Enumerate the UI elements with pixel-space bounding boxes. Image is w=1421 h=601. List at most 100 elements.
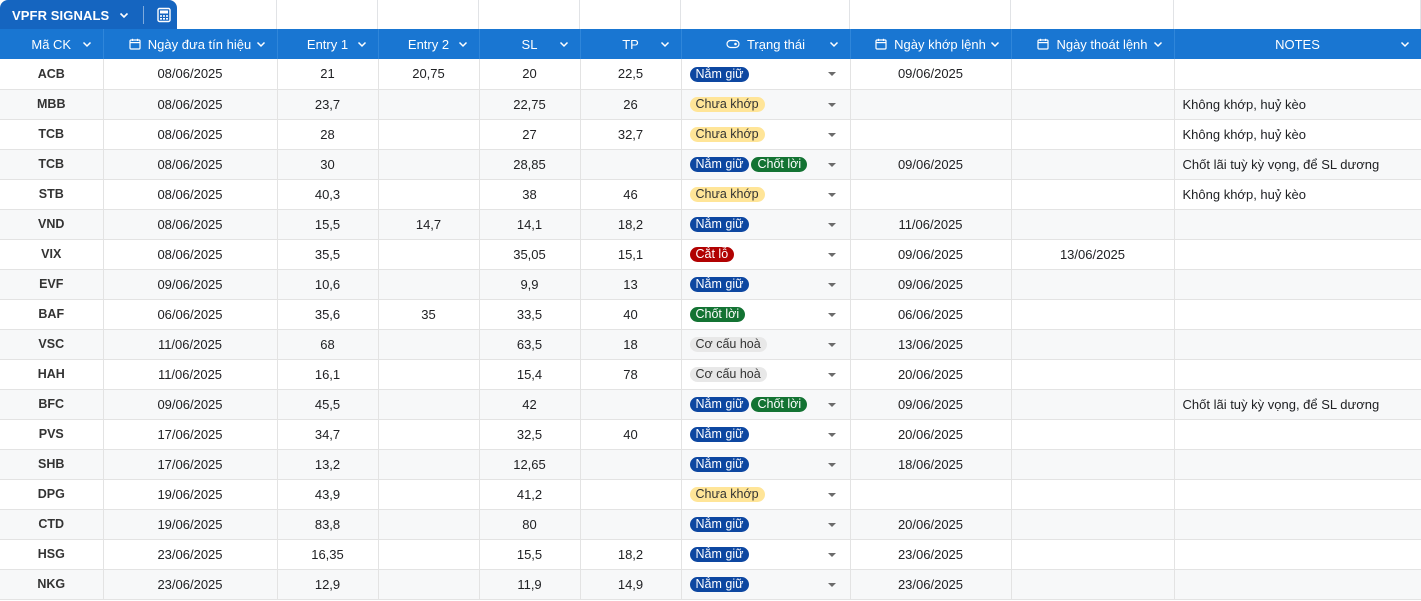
cell-status[interactable]: Cơ cấu hoà	[681, 359, 851, 390]
column-header-sl[interactable]: SL	[479, 29, 581, 59]
cell-symbol[interactable]: NKG	[0, 569, 104, 600]
cell-exit-date[interactable]	[1011, 509, 1175, 540]
cell-status[interactable]: Nắm giữ	[681, 419, 851, 450]
cell-signal-date[interactable]: 08/06/2025	[103, 239, 278, 270]
chevron-down-icon[interactable]	[255, 38, 267, 50]
cell-symbol[interactable]: CTD	[0, 509, 104, 540]
cell-exit-date[interactable]	[1011, 419, 1175, 450]
cell-status[interactable]: Chưa khớp	[681, 119, 851, 150]
chevron-down-icon[interactable]	[659, 38, 671, 50]
cell-sl[interactable]: 33,5	[479, 299, 581, 330]
cell-entry2[interactable]: 35	[378, 299, 480, 330]
cell-status[interactable]: Chưa khớp	[681, 89, 851, 120]
cell-signal-date[interactable]: 09/06/2025	[103, 389, 278, 420]
cell-sl[interactable]: 35,05	[479, 239, 581, 270]
cell-status[interactable]: Nắm giữ	[681, 569, 851, 600]
column-header-tp[interactable]: TP	[580, 29, 682, 59]
cell-entry1[interactable]: 13,2	[277, 449, 379, 480]
cell-entry1[interactable]: 16,1	[277, 359, 379, 390]
cell-fill-date[interactable]	[850, 479, 1012, 510]
cell-note[interactable]: Không khớp, huỷ kèo	[1174, 119, 1421, 150]
column-header-exit-date[interactable]: Ngày thoát lệnh	[1011, 29, 1175, 59]
cell-status[interactable]: Nắm giữ	[681, 209, 851, 240]
cell-status[interactable]: Nắm giữ	[681, 539, 851, 570]
cell-fill-date[interactable]: 09/06/2025	[850, 59, 1012, 90]
cell-note[interactable]: Không khớp, huỷ kèo	[1174, 179, 1421, 210]
cell-exit-date[interactable]	[1011, 479, 1175, 510]
cell-tp[interactable]: 26	[580, 89, 682, 120]
cell-entry1[interactable]: 45,5	[277, 389, 379, 420]
dropdown-arrow-icon[interactable]	[827, 192, 836, 197]
cell-note[interactable]: Không khớp, huỷ kèo	[1174, 89, 1421, 120]
column-header-entry2[interactable]: Entry 2	[378, 29, 480, 59]
cell-entry1[interactable]: 28	[277, 119, 379, 150]
cell-note[interactable]	[1174, 449, 1421, 480]
cell-entry1[interactable]: 16,35	[277, 539, 379, 570]
cell-fill-date[interactable]	[850, 179, 1012, 210]
column-header-fill-date[interactable]: Ngày khớp lệnh	[850, 29, 1012, 59]
cell-sl[interactable]: 22,75	[479, 89, 581, 120]
cell-note[interactable]	[1174, 539, 1421, 570]
cell-fill-date[interactable]: 20/06/2025	[850, 419, 1012, 450]
cell-tp[interactable]: 40	[580, 419, 682, 450]
cell-tp[interactable]: 18,2	[580, 209, 682, 240]
cell-tp[interactable]: 14,9	[580, 569, 682, 600]
cell-entry1[interactable]: 30	[277, 149, 379, 180]
cell-note[interactable]	[1174, 209, 1421, 240]
cell-exit-date[interactable]	[1011, 299, 1175, 330]
cell-symbol[interactable]: BFC	[0, 389, 104, 420]
dropdown-arrow-icon[interactable]	[827, 492, 836, 497]
cell-status[interactable]: Chưa khớp	[681, 479, 851, 510]
cell-tp[interactable]	[580, 479, 682, 510]
cell-note[interactable]	[1174, 569, 1421, 600]
cell-note[interactable]	[1174, 269, 1421, 300]
cell-entry2[interactable]	[378, 539, 480, 570]
chevron-down-icon[interactable]	[81, 38, 93, 50]
cell-signal-date[interactable]: 08/06/2025	[103, 59, 278, 90]
cell-signal-date[interactable]: 23/06/2025	[103, 569, 278, 600]
cell-signal-date[interactable]: 17/06/2025	[103, 449, 278, 480]
cell-exit-date[interactable]	[1011, 209, 1175, 240]
column-header-status[interactable]: Trạng thái	[681, 29, 851, 59]
cell-tp[interactable]: 18,2	[580, 539, 682, 570]
cell-exit-date[interactable]	[1011, 149, 1175, 180]
cell-fill-date[interactable]: 18/06/2025	[850, 449, 1012, 480]
cell-exit-date[interactable]	[1011, 269, 1175, 300]
cell-status[interactable]: Nắm giữ	[681, 509, 851, 540]
cell-entry1[interactable]: 40,3	[277, 179, 379, 210]
cell-symbol[interactable]: VND	[0, 209, 104, 240]
chevron-down-icon[interactable]	[457, 38, 469, 50]
dropdown-arrow-icon[interactable]	[827, 372, 836, 377]
chevron-down-icon[interactable]	[989, 38, 1001, 50]
dropdown-arrow-icon[interactable]	[827, 102, 836, 107]
dropdown-arrow-icon[interactable]	[827, 402, 836, 407]
cell-symbol[interactable]: DPG	[0, 479, 104, 510]
cell-note[interactable]: Chốt lãi tuỳ kỳ vọng, để SL dương	[1174, 149, 1421, 180]
cell-note[interactable]	[1174, 419, 1421, 450]
cell-sl[interactable]: 27	[479, 119, 581, 150]
cell-sl[interactable]: 41,2	[479, 479, 581, 510]
cell-symbol[interactable]: STB	[0, 179, 104, 210]
cell-tp[interactable]	[580, 449, 682, 480]
cell-note[interactable]	[1174, 329, 1421, 360]
cell-signal-date[interactable]: 08/06/2025	[103, 149, 278, 180]
cell-entry2[interactable]	[378, 119, 480, 150]
cell-signal-date[interactable]: 11/06/2025	[103, 359, 278, 390]
cell-exit-date[interactable]	[1011, 449, 1175, 480]
cell-tp[interactable]: 22,5	[580, 59, 682, 90]
chevron-down-icon[interactable]	[558, 38, 570, 50]
dropdown-arrow-icon[interactable]	[827, 342, 836, 347]
dropdown-arrow-icon[interactable]	[827, 72, 836, 76]
cell-symbol[interactable]: TCB	[0, 149, 104, 180]
cell-symbol[interactable]: ACB	[0, 59, 104, 90]
cell-entry1[interactable]: 83,8	[277, 509, 379, 540]
calculator-icon[interactable]	[154, 5, 174, 25]
cell-tp[interactable]: 46	[580, 179, 682, 210]
cell-entry2[interactable]	[378, 359, 480, 390]
cell-fill-date[interactable]: 09/06/2025	[850, 149, 1012, 180]
cell-symbol[interactable]: HAH	[0, 359, 104, 390]
cell-entry1[interactable]: 68	[277, 329, 379, 360]
cell-entry1[interactable]: 43,9	[277, 479, 379, 510]
cell-tp[interactable]: 18	[580, 329, 682, 360]
cell-sl[interactable]: 42	[479, 389, 581, 420]
